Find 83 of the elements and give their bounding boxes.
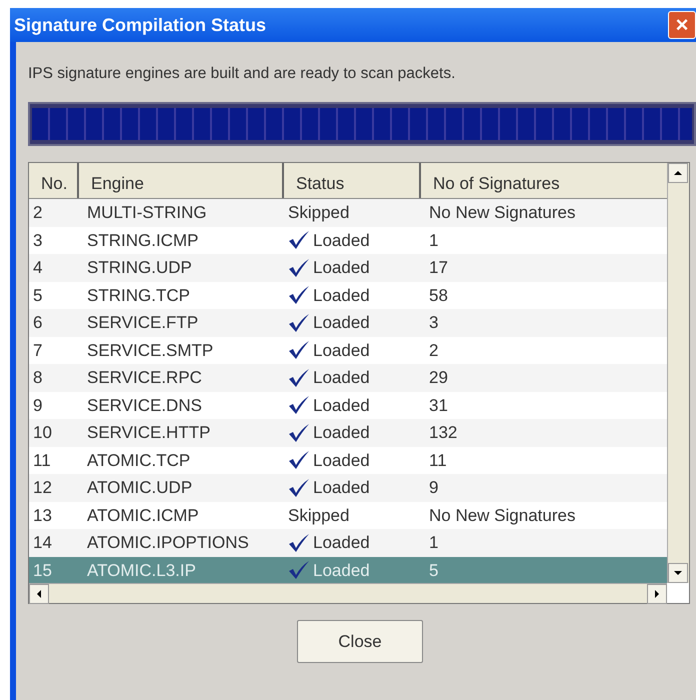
table-cell-text: SERVICE.RPC	[86, 367, 203, 389]
table-cell-text: No New Signatures	[428, 504, 576, 526]
table-cell-text: ATOMIC.L3.IP	[86, 560, 197, 582]
table-row[interactable]: 4 STRING.UDP Loaded 17	[29, 254, 667, 282]
caret-icon	[674, 169, 682, 177]
scroll-arrow-button[interactable]	[29, 584, 49, 604]
status-text: Loaded	[313, 477, 370, 499]
table-cell-text: ATOMIC.IPOPTIONS	[86, 532, 250, 554]
table-cell-text: 15	[32, 560, 53, 582]
table-cell-text: STRING.TCP	[86, 284, 191, 306]
table-cell-text: MULTI-STRING	[86, 202, 208, 224]
close-button[interactable]: ×	[668, 11, 696, 39]
table-cell-text: SERVICE.DNS	[86, 394, 203, 416]
status-text: Loaded	[313, 394, 370, 416]
table-cell-text: ATOMIC.UDP	[86, 477, 194, 499]
status-text: Skipped	[288, 202, 350, 224]
arrow-icon	[35, 590, 43, 598]
arrow-icon	[653, 590, 661, 598]
table-cell-text: 12	[32, 477, 53, 499]
vertical-scrollbar[interactable]	[667, 163, 689, 583]
table-cell-text: STRING.ICMP	[86, 230, 200, 252]
status-text: Loaded	[313, 450, 370, 472]
table-row[interactable]: 5 STRING.TCP Loaded 58	[29, 282, 667, 309]
table-cell-text: ATOMIC.TCP	[86, 450, 192, 472]
table-cell-text: 17	[428, 257, 449, 279]
table-cell-text: STRING.UDP	[86, 257, 193, 279]
table-row[interactable]: 12 ATOMIC.UDP Loaded 9	[29, 474, 667, 502]
table-cell-text: 3	[428, 312, 440, 334]
caret-icon	[674, 569, 682, 577]
table-cell-text: SERVICE.FTP	[86, 312, 200, 334]
table-cell-text: 8	[32, 367, 44, 389]
table-cell-text: 1	[428, 230, 440, 252]
table-cell-text: 3	[32, 230, 44, 252]
table-cell-text: 7	[32, 340, 44, 362]
table-row[interactable]: 10 SERVICE.HTTP Loaded 132	[29, 419, 667, 446]
table-cell-text: 132	[428, 422, 458, 444]
table-cell-text: 13	[32, 504, 53, 526]
status-text: Skipped	[288, 504, 350, 526]
scroll-arrow-button[interactable]	[668, 563, 688, 583]
status-text: Loaded	[313, 284, 370, 306]
table-cell-text: 10	[32, 422, 53, 444]
scroll-arrow-button[interactable]	[647, 584, 667, 604]
table-cell-text: 5	[32, 284, 44, 306]
status-text: Loaded	[313, 312, 370, 334]
status-text: Loaded	[313, 340, 370, 362]
table-cell-text: 9	[428, 477, 440, 499]
table-row[interactable]: 9 SERVICE.DNS Loaded 31	[29, 392, 667, 419]
close-button[interactable]: Close	[297, 620, 423, 663]
status-text: Loaded	[313, 367, 370, 389]
status-text: Loaded	[313, 560, 370, 582]
table-cell-text: ATOMIC.ICMP	[86, 504, 200, 526]
table-cell-text: 14	[32, 532, 53, 554]
table-cell-text: 2	[32, 202, 44, 224]
table-cell-text: 29	[428, 367, 449, 389]
status-text: Loaded	[313, 230, 370, 252]
table-cell-text: 11	[428, 450, 448, 472]
table-row[interactable]: 7 SERVICE.SMTP Loaded 2	[29, 336, 667, 364]
table-cell-text: 9	[32, 394, 44, 416]
window-title: Signature Compilation Status	[14, 14, 266, 37]
table-row[interactable]: 14 ATOMIC.IPOPTIONS Loaded 1	[29, 529, 667, 556]
status-text: Loaded	[313, 532, 370, 554]
table-cell-text: SERVICE.SMTP	[86, 340, 214, 362]
scroll-arrow-button[interactable]	[668, 163, 688, 183]
table-cell-text: No New Signatures	[428, 202, 576, 224]
table-cell-text: 2	[428, 340, 440, 362]
table-row[interactable]: 6 SERVICE.FTP Loaded 3	[29, 309, 667, 336]
table-cell-text: 31	[428, 394, 449, 416]
status-text: Loaded	[313, 422, 370, 444]
table-cell-text: 11	[32, 450, 52, 472]
table-row[interactable]: 3 STRING.ICMP Loaded 1	[29, 226, 667, 254]
table-cell-text: 1	[428, 532, 440, 554]
horizontal-scrollbar[interactable]	[29, 583, 667, 603]
table-row[interactable]: 8 SERVICE.RPC Loaded 29	[29, 364, 667, 392]
table-cell-text: 58	[428, 284, 449, 306]
table-cell-text: SERVICE.HTTP	[86, 422, 212, 444]
status-text: Loaded	[313, 257, 370, 279]
table-row[interactable]: 11 ATOMIC.TCP Loaded 11	[29, 446, 667, 474]
table-cell-text: 6	[32, 312, 44, 334]
table-cell-text: 5	[428, 560, 440, 582]
table-row[interactable]: 2 MULTI-STRING Skipped No New Signatures	[29, 199, 667, 226]
table-row[interactable]: 13 ATOMIC.ICMP Skipped No New Signatures	[29, 502, 667, 529]
status-message: IPS signature engines are built and are ready to scan packets.	[27, 64, 456, 84]
table-cell-text: 4	[32, 257, 44, 279]
